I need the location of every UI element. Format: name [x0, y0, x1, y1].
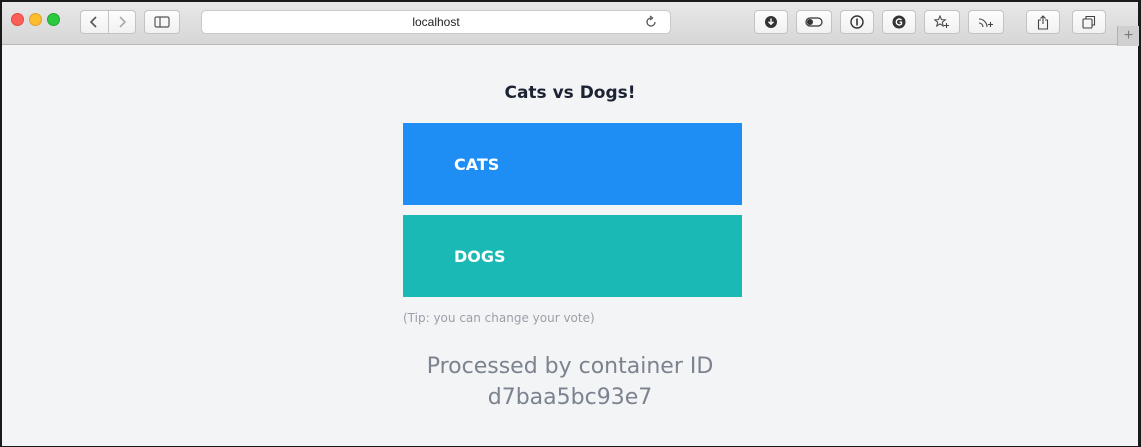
container-info-label: Processed by container ID [426, 354, 714, 379]
container-id: d7baa5bc93e7 [487, 385, 653, 410]
password-manager-icon [850, 15, 864, 29]
address-bar[interactable]: localhost [201, 10, 671, 34]
chevron-left-icon [90, 16, 97, 28]
vote-cats-button[interactable]: CATS [403, 123, 742, 205]
vote-dogs-button[interactable]: DOGS [403, 215, 742, 297]
reload-icon[interactable] [644, 15, 658, 32]
toggle-icon [805, 17, 823, 27]
address-text: localhost [412, 15, 460, 29]
chevron-right-icon [119, 16, 126, 28]
browser-toolbar: localhost + [2, 2, 1139, 46]
maximize-window-button[interactable] [47, 13, 60, 26]
page-content: Cats vs Dogs! CATS DOGS (Tip: you can ch… [2, 46, 1138, 446]
share-icon [1037, 14, 1049, 30]
tabs-icon [1082, 15, 1096, 29]
rss-button[interactable] [968, 10, 1004, 34]
star-plus-icon [934, 15, 949, 28]
rss-plus-icon [978, 18, 993, 28]
bookmark-button[interactable] [924, 10, 960, 34]
show-tabs-button[interactable] [1072, 10, 1106, 34]
container-info: Processed by container ID d7baa5bc93e7 [2, 351, 1138, 413]
minimize-window-button[interactable] [29, 13, 42, 26]
sidebar-icon [154, 16, 170, 28]
vote-tip: (Tip: you can change your vote) [403, 311, 595, 325]
password-manager-button[interactable] [840, 10, 874, 34]
plus-icon: + [1123, 27, 1134, 44]
download-button[interactable] [754, 10, 788, 34]
vote-dogs-label: DOGS [454, 246, 506, 266]
back-button[interactable] [81, 11, 108, 33]
toggle-extension-button[interactable] [796, 10, 832, 34]
browser-window: localhost + Cats vs Dogs! CATS DOGS (Tip… [0, 0, 1141, 447]
vote-cats-label: CATS [454, 154, 500, 174]
page-title: Cats vs Dogs! [504, 83, 636, 103]
grammarly-button[interactable] [882, 10, 916, 34]
new-tab-button[interactable]: + [1117, 26, 1139, 46]
sidebar-toggle-button[interactable] [144, 10, 180, 34]
close-window-button[interactable] [11, 13, 24, 26]
forward-button[interactable] [107, 11, 136, 33]
download-icon [765, 16, 777, 28]
grammarly-icon [892, 15, 906, 29]
share-button[interactable] [1026, 10, 1060, 34]
nav-buttons [80, 10, 136, 34]
